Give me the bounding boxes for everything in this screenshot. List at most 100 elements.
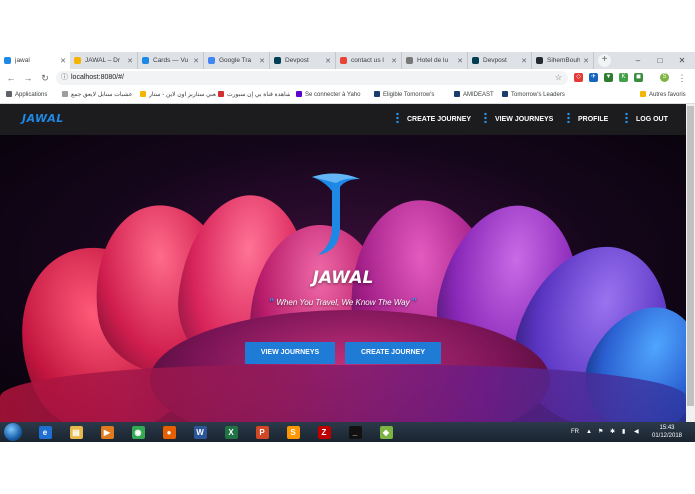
browser-tab[interactable]: JAWAL – Dr ✕ [70, 52, 138, 69]
bookmark-favicon-icon [140, 91, 146, 97]
tab-close-icon[interactable]: ✕ [457, 57, 463, 65]
network-icon[interactable]: ▮ [622, 422, 625, 442]
extension-icon[interactable]: ▼ [604, 73, 613, 82]
tab-favicon-icon [4, 57, 11, 64]
bookmark-item[interactable]: مشاهدة قناة بي إن سبورت [218, 87, 290, 104]
minimize-button[interactable]: – [630, 52, 646, 69]
system-clock[interactable]: 15:43 01/12/2018 [645, 424, 689, 440]
bookmark-item[interactable]: العبي ستاربز اون لاين - ستار [140, 87, 216, 104]
bookmark-label: Tomorrow's Leaders [511, 92, 565, 98]
tab-close-icon[interactable]: ✕ [325, 57, 331, 65]
browser-tab[interactable]: jawal ✕ [0, 52, 70, 69]
reload-button[interactable]: ↻ [39, 72, 51, 84]
tray-security-icon[interactable]: ✱ [610, 422, 615, 442]
tab-favicon-icon [340, 57, 347, 64]
browser-tab-strip: + – □ ✕ jawal ✕ JAWAL – Dr ✕ Cards — Vu ✕ Goog… [0, 52, 695, 69]
tab-close-icon[interactable]: ✕ [583, 57, 589, 65]
extension-icon[interactable]: ◇ [574, 73, 583, 82]
bookmark-label: AMIDEAST [463, 92, 494, 98]
extension-icon[interactable]: ✈ [589, 73, 598, 82]
clock-time: 15:43 [659, 425, 675, 431]
taskbar-app-chrome[interactable]: ◉ [125, 423, 151, 441]
taskbar-app-sublime[interactable]: S [280, 423, 306, 441]
bookmark-item[interactable]: Eligible Tomorrow's [374, 87, 450, 104]
browser-tab[interactable]: SihemBouh ✕ [532, 52, 594, 69]
clock-date: 01/12/2018 [651, 433, 683, 439]
nav-view-journeys[interactable]: VIEW JOURNEYS [484, 104, 553, 135]
bookmark-item[interactable]: AMIDEAST [454, 87, 498, 104]
tab-title: jawal [15, 57, 30, 64]
info-icon[interactable]: ⓘ [61, 71, 68, 85]
tab-close-icon[interactable]: ✕ [127, 57, 133, 65]
quote-close-icon: ” [411, 297, 417, 308]
bookmark-item[interactable]: Tomorrow's Leaders [502, 87, 572, 104]
jawal-logo-icon [312, 173, 360, 255]
bookmark-item[interactable]: Se connecter à Yaho [296, 87, 366, 104]
bookmark-label: العبي ستاربز اون لاين - ستار [149, 92, 216, 98]
new-tab-button[interactable]: + [598, 54, 611, 67]
taskbar-app-media[interactable]: ▶ [94, 423, 120, 441]
excel-icon: X [224, 425, 238, 439]
taskbar-app-cmd[interactable]: _ [342, 423, 368, 441]
tab-close-icon[interactable]: ✕ [259, 57, 265, 65]
browser-tab[interactable]: contact us l ✕ [336, 52, 402, 69]
tab-close-icon[interactable]: ✕ [391, 57, 397, 65]
bookmark-favicon-icon [454, 91, 460, 97]
view-journeys-button[interactable]: VIEW JOURNEYS [245, 342, 335, 364]
browser-tab[interactable]: Cards — Vu ✕ [138, 52, 204, 69]
menu-icon[interactable]: ⋮ [676, 72, 688, 84]
extension-icon[interactable]: K [619, 73, 628, 82]
nav-create-journey[interactable]: CREATE JOURNEY [396, 104, 471, 135]
bookmark-star-icon[interactable]: ☆ [555, 71, 562, 85]
taskbar-app-filezilla[interactable]: Z [311, 423, 337, 441]
taskbar-app-excel[interactable]: X [218, 423, 244, 441]
browser-tab[interactable]: Devpost ✕ [270, 52, 336, 69]
browser-tab[interactable]: Devpost ✕ [468, 52, 532, 69]
page-scrollbar[interactable] [686, 104, 695, 422]
bookmarks-bar: Applications عشبات سنابل لايعق جمع العبي س… [0, 87, 695, 104]
address-bar[interactable]: ⓘ localhost:8080/#/ ☆ [56, 71, 568, 85]
tab-close-icon[interactable]: ✕ [60, 57, 66, 65]
profile-avatar[interactable]: S [660, 73, 669, 82]
nav-log-out[interactable]: LOG OUT [625, 104, 668, 135]
bookmark-item[interactable]: Autres favoris [640, 87, 692, 104]
webpage: JAWAL CREATE JOURNEY VIEW JOURNEYS PROFI… [0, 104, 686, 422]
taskbar-app-explorer[interactable]: ▤ [63, 423, 89, 441]
taskbar-app-app[interactable]: ◆ [373, 423, 399, 441]
tab-title: Cards — Vu [153, 57, 189, 64]
taskbar-app-powerpoint[interactable]: P [249, 423, 275, 441]
browser-tab[interactable]: Hotel de lu ✕ [402, 52, 468, 69]
bookmark-favicon-icon [218, 91, 224, 97]
tray-expand-icon[interactable]: ▲ [586, 422, 592, 442]
explorer-icon: ▤ [69, 425, 83, 439]
nav-dots-icon [567, 112, 570, 123]
nav-profile[interactable]: PROFILE [567, 104, 608, 135]
filezilla-icon: Z [317, 425, 331, 439]
close-window-button[interactable]: ✕ [674, 52, 690, 69]
maximize-button[interactable]: □ [652, 52, 668, 69]
forward-button[interactable]: → [22, 72, 34, 84]
volume-icon[interactable]: ◀ [634, 422, 639, 442]
brand-logo[interactable]: JAWAL [22, 112, 64, 125]
start-button[interactable] [4, 423, 22, 441]
nav-dots-icon [625, 112, 628, 123]
extension-icon[interactable]: ◼ [634, 73, 643, 82]
tab-close-icon[interactable]: ✕ [521, 57, 527, 65]
taskbar-app-ie[interactable]: e [32, 423, 58, 441]
tab-title: Google Tra [219, 57, 252, 64]
tab-close-icon[interactable]: ✕ [193, 57, 199, 65]
bookmark-item[interactable]: Applications [6, 87, 58, 104]
back-button[interactable]: ← [5, 72, 17, 84]
firefox-icon: ● [162, 425, 176, 439]
browser-toolbar: ← → ↻ ⓘ localhost:8080/#/ ☆ ◇ ✈ ▼ K ◼ S … [0, 69, 695, 87]
taskbar-app-firefox[interactable]: ● [156, 423, 182, 441]
tab-favicon-icon [142, 57, 149, 64]
bookmark-item[interactable]: عشبات سنابل لايعق جمع [62, 87, 136, 104]
browser-tab[interactable]: Google Tra ✕ [204, 52, 270, 69]
flower-petal [0, 365, 686, 422]
scrollbar-thumb[interactable] [687, 106, 694, 406]
create-journey-button[interactable]: CREATE JOURNEY [345, 342, 441, 364]
tray-flag-icon[interactable]: ⚑ [598, 422, 603, 442]
taskbar-app-word[interactable]: W [187, 423, 213, 441]
language-indicator[interactable]: FR [571, 422, 579, 442]
